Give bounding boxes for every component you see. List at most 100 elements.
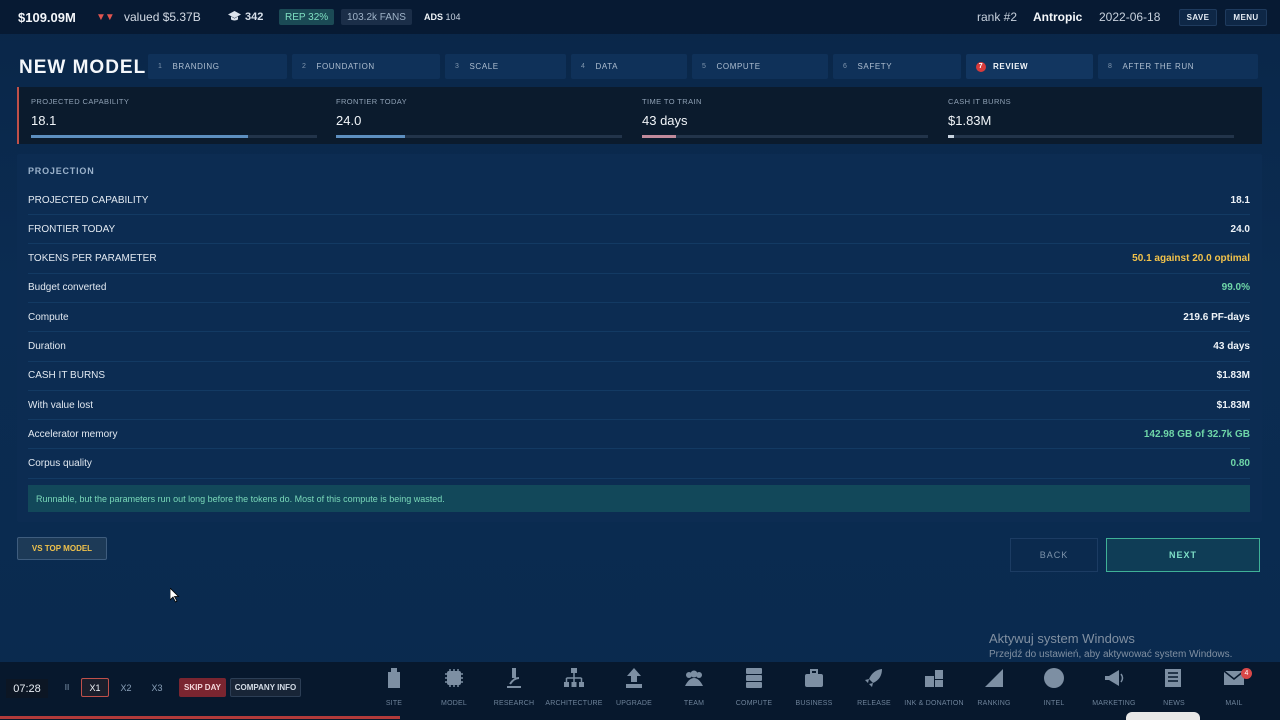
watermark-subtitle: Przejdź do ustawień, aby aktywować syste…	[989, 649, 1233, 660]
bottom-bar: 07:28 II X1 X2 X3 SKIP DAY COMPANY INFO …	[0, 662, 1280, 720]
clock: 07:28	[6, 679, 48, 698]
step-review[interactable]: 7 REVIEW	[966, 54, 1093, 79]
nav-team[interactable]: TEAM	[663, 664, 725, 710]
projection-row-value: $1.83M	[1216, 370, 1250, 382]
ranking-icon	[985, 669, 1003, 687]
projection-row: Duration 43 days	[28, 333, 1250, 362]
nav-marketing[interactable]: MARKETING	[1083, 664, 1145, 710]
projection-row: With value lost $1.83M	[28, 391, 1250, 421]
step-label: REVIEW	[993, 62, 1029, 71]
nav-research[interactable]: RESEARCH	[483, 664, 545, 710]
step-foundation[interactable]: 2 FOUNDATION	[292, 54, 440, 79]
projection-row-key: With value lost	[28, 399, 94, 411]
nav-label: NEWS	[1163, 700, 1185, 707]
kpi-label: PROJECTED CAPABILITY	[31, 97, 130, 106]
speed-x1-button[interactable]: X1	[81, 678, 109, 697]
step-label: COMPUTE	[716, 62, 761, 71]
research-points: 342	[245, 11, 264, 23]
projection-row-value: 50.1 against 20.0 optimal	[1132, 253, 1250, 265]
nav-site[interactable]: SITE	[363, 664, 425, 710]
kpi-progress-fill	[336, 135, 405, 138]
pause-button[interactable]: II	[58, 678, 76, 697]
step-scale[interactable]: 3 SCALE	[445, 54, 566, 79]
nav-release[interactable]: RELEASE	[843, 664, 905, 710]
megaphone-icon	[1105, 670, 1124, 686]
kpi-value: 18.1	[31, 113, 57, 128]
step-label: FOUNDATION	[316, 62, 375, 71]
kpi-cash-it-burns: CASH IT BURNS $1.83M	[948, 87, 1238, 144]
microscope-icon	[507, 668, 521, 688]
fans-badge: 103.2k FANS	[341, 9, 412, 25]
kpi-label: TIME TO TRAIN	[642, 97, 702, 106]
projection-row: Compute 219.6 PF-days	[28, 303, 1250, 333]
projection-row-key: FRONTIER TODAY	[28, 223, 116, 235]
nav-ranking[interactable]: RANKING	[963, 664, 1025, 710]
company-info-button[interactable]: COMPANY INFO	[230, 678, 301, 697]
back-button[interactable]: BACK	[1010, 538, 1098, 572]
briefcase-icon	[805, 669, 823, 687]
step-compute[interactable]: 5 COMPUTE	[692, 54, 828, 79]
team-icon	[685, 670, 703, 686]
projection-row-key: Budget converted	[28, 282, 107, 294]
step-after-the-run[interactable]: 8 AFTER THE RUN	[1098, 54, 1258, 79]
nav-compute[interactable]: COMPUTE	[723, 664, 785, 710]
blocks-icon	[925, 670, 943, 687]
nav-news[interactable]: NEWS	[1143, 664, 1205, 710]
nav-label: MODEL	[441, 700, 467, 707]
step-data[interactable]: 4 DATA	[571, 54, 687, 79]
skip-day-button[interactable]: SKIP DAY	[179, 678, 226, 697]
nav-label: RANKING	[977, 700, 1011, 707]
nav-mail[interactable]: MAIL 4	[1203, 664, 1265, 710]
nav-business[interactable]: BUSINESS	[783, 664, 845, 710]
projection-row-key: Duration	[28, 341, 66, 352]
globe-icon	[1044, 668, 1064, 688]
speed-x2-button[interactable]: X2	[113, 678, 139, 697]
step-number: 2	[302, 63, 307, 70]
kpi-progress-bar	[31, 135, 317, 138]
step-number: 3	[455, 63, 460, 70]
nav-architecture[interactable]: ARCHITECTURE	[543, 664, 605, 710]
rank-text: rank #2	[977, 10, 1018, 24]
projection-row-key: CASH IT BURNS	[28, 370, 106, 382]
nav-intel[interactable]: INTEL	[1023, 664, 1085, 710]
nav-label: INK & DONATION	[904, 700, 964, 707]
projection-notice: Runnable, but the parameters run out lon…	[28, 485, 1250, 512]
nav-model[interactable]: MODEL	[423, 664, 485, 710]
next-button[interactable]: NEXT	[1106, 538, 1260, 572]
projection-row-key: Corpus quality	[28, 458, 92, 470]
save-button[interactable]: SAVE	[1179, 9, 1217, 26]
speed-x3-button[interactable]: X3	[144, 678, 170, 697]
step-safety[interactable]: 6 SAFETY	[833, 54, 961, 79]
nav-ink-donation[interactable]: INK & DONATION	[903, 664, 965, 710]
game-date: 2022-06-18	[1099, 10, 1161, 24]
kpi-frontier-today: FRONTIER TODAY 24.0	[336, 87, 626, 144]
upgrade-icon	[626, 668, 642, 688]
projection-row-value: 24.0	[1230, 223, 1250, 235]
step-number: 5	[702, 63, 707, 70]
building-icon	[388, 668, 400, 688]
nav-label: UPGRADE	[615, 700, 653, 707]
ads-value: 104	[445, 12, 461, 22]
projection-row-value: 99.0%	[1221, 282, 1250, 294]
nav-upgrade[interactable]: UPGRADE	[603, 664, 665, 710]
step-number: 6	[843, 63, 848, 70]
kpi-value: 24.0	[336, 113, 362, 128]
projection-panel: PROJECTION PROJECTED CAPABILITY 18.1 FRONT…	[17, 154, 1262, 522]
mail-count-badge: 4	[1241, 668, 1252, 679]
kpi-value: $1.83M	[948, 113, 992, 128]
step-branding[interactable]: 1 BRANDING	[148, 54, 287, 79]
vs-top-model-button[interactable]: VS TOP MODEL	[17, 537, 107, 560]
projection-row-value: $1.83M	[1216, 399, 1250, 411]
menu-button[interactable]: MENU	[1225, 9, 1267, 26]
kpi-label: FRONTIER TODAY	[336, 97, 408, 106]
projection-row-value: 0.80	[1230, 458, 1250, 470]
nav-label: COMPUTE	[735, 700, 773, 707]
projection-row: TOKENS PER PARAMETER 50.1 against 20.0 op…	[28, 245, 1250, 274]
step-number: 1	[158, 63, 163, 70]
cash-value: $109.09M	[18, 9, 76, 25]
kpi-progress-bar	[336, 135, 622, 138]
newspaper-icon	[1165, 669, 1181, 687]
kpi-progress-fill	[31, 135, 249, 138]
reputation-badge: REP 32%	[279, 9, 335, 25]
trend-down-icon: ▼▼	[96, 11, 115, 23]
